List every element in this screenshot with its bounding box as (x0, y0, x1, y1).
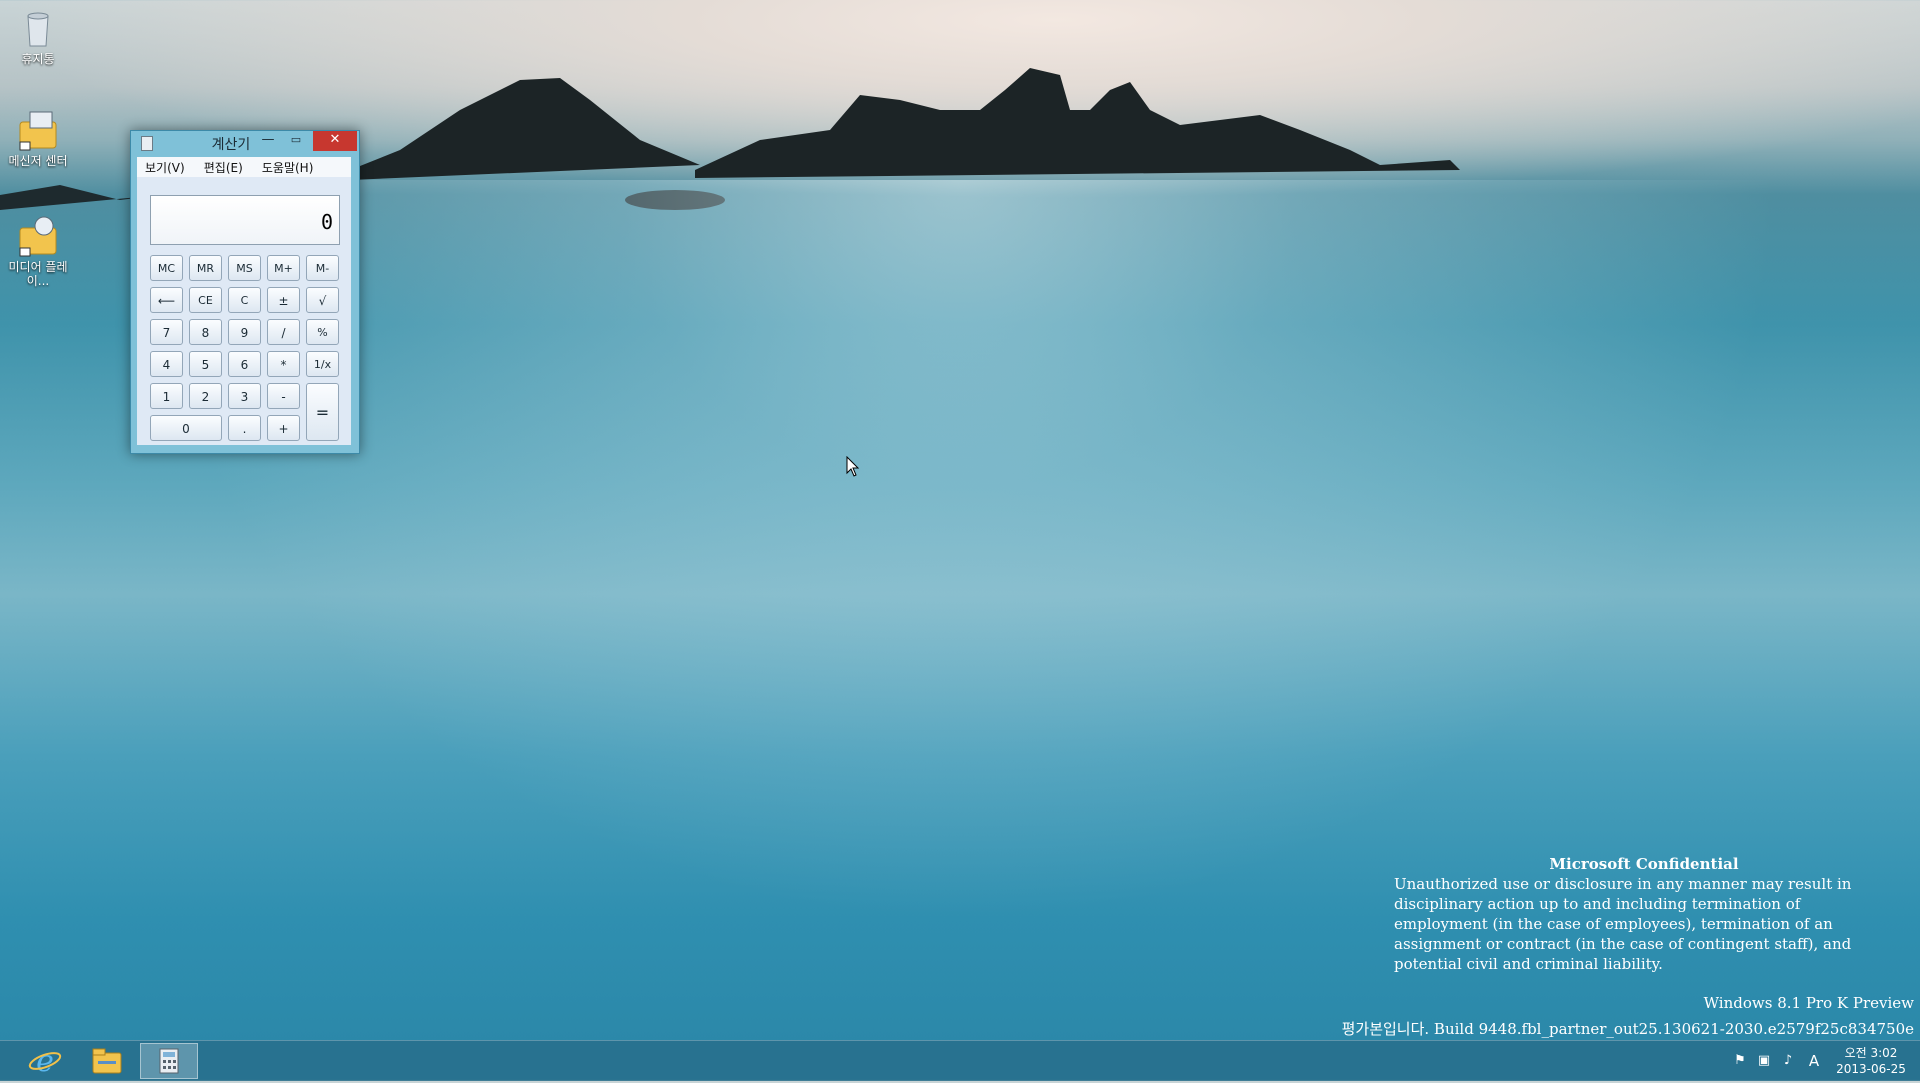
key-8[interactable]: 8 (189, 319, 222, 345)
key-multiply[interactable]: * (267, 351, 300, 377)
menu-view[interactable]: 보기(V) (145, 161, 185, 175)
key-9[interactable]: 9 (228, 319, 261, 345)
display-value: 0 (320, 210, 333, 234)
action-center-flag-icon[interactable]: ⚑ (1732, 1053, 1748, 1069)
maximize-button[interactable]: ▭ (283, 131, 309, 151)
desktop-icon-label: 휴지통 (21, 52, 55, 66)
recycle-bin-icon (16, 6, 60, 50)
desktop-icon-recycle-bin[interactable]: 휴지통 (6, 6, 70, 66)
key-sqrt[interactable]: √ (306, 287, 339, 313)
calculator-window[interactable]: 계산기 — ▭ ✕ 보기(V) 편집(E) 도움말(H) 0 MC MR MS … (130, 130, 360, 454)
file-explorer-icon (92, 1048, 122, 1074)
key-clear[interactable]: C (228, 287, 261, 313)
key-mr[interactable]: MR (189, 255, 222, 281)
network-icon[interactable]: ▣ (1756, 1053, 1772, 1069)
svg-text:e: e (36, 1044, 54, 1079)
clock-date: 2013-06-25 (1836, 1062, 1906, 1076)
desktop-icon-messenger-center[interactable]: 메신저 센터 (6, 108, 70, 168)
clock-time: 오전 3:02 (1844, 1046, 1898, 1060)
volume-icon[interactable]: ♪ (1780, 1053, 1796, 1069)
key-percent[interactable]: % (306, 319, 339, 345)
key-m-plus[interactable]: M+ (267, 255, 300, 281)
key-6[interactable]: 6 (228, 351, 261, 377)
desktop-icon-label: 미디어 플레이... (8, 260, 68, 288)
taskbar-file-explorer[interactable] (78, 1043, 136, 1079)
key-equals[interactable]: = (306, 383, 339, 441)
key-decimal[interactable]: . (228, 415, 261, 441)
taskbar-clock[interactable]: 오전 3:02 2013-06-25 (1830, 1045, 1912, 1077)
confidential-title: Microsoft Confidential (1549, 855, 1739, 873)
media-player-folder-icon (16, 214, 60, 258)
confidential-body: Unauthorized use or disclosure in any ma… (1394, 875, 1852, 973)
key-1[interactable]: 1 (150, 383, 183, 409)
key-2[interactable]: 2 (189, 383, 222, 409)
minimize-button[interactable]: — (255, 131, 281, 151)
key-3[interactable]: 3 (228, 383, 261, 409)
key-0[interactable]: 0 (150, 415, 222, 441)
calculator-titlebar[interactable]: 계산기 — ▭ ✕ (131, 131, 359, 153)
key-5[interactable]: 5 (189, 351, 222, 377)
close-button[interactable]: ✕ (313, 131, 357, 151)
taskbar-calculator[interactable] (140, 1043, 198, 1079)
key-mc[interactable]: MC (150, 255, 183, 281)
confidential-notice: Microsoft Confidential Unauthorized use … (1394, 854, 1894, 974)
key-ms[interactable]: MS (228, 255, 261, 281)
mouse-cursor-icon (846, 456, 860, 477)
system-tray: ⚑ ▣ ♪ A 오전 3:02 2013-06-25 (1692, 1041, 1912, 1081)
key-divide[interactable]: / (267, 319, 300, 345)
ime-indicator[interactable]: A (1806, 1053, 1822, 1069)
taskbar: e ⚑ ▣ ♪ A 오전 3:02 2013-06-25 (0, 1040, 1920, 1081)
key-reciprocal[interactable]: 1/x (306, 351, 339, 377)
internet-explorer-icon: e (28, 1044, 62, 1079)
calculator-body: 보기(V) 편집(E) 도움말(H) 0 MC MR MS M+ M- ⟵ CE… (137, 157, 351, 445)
calculator-keypad: MC MR MS M+ M- ⟵ CE C ± √ 7 8 9 / % 4 5 … (150, 255, 346, 441)
calculator-icon (159, 1048, 179, 1074)
key-4[interactable]: 4 (150, 351, 183, 377)
key-subtract[interactable]: - (267, 383, 300, 409)
taskbar-internet-explorer[interactable]: e (16, 1043, 74, 1079)
key-backspace[interactable]: ⟵ (150, 287, 183, 313)
menu-help[interactable]: 도움말(H) (262, 161, 314, 175)
desktop-icon-label: 메신저 센터 (8, 154, 68, 168)
desktop-icon-media-player[interactable]: 미디어 플레이... (6, 214, 70, 288)
edition-label: Windows 8.1 Pro K Preview (1703, 994, 1914, 1012)
menu-edit[interactable]: 편집(E) (204, 161, 243, 175)
key-plus-minus[interactable]: ± (267, 287, 300, 313)
messenger-folder-icon (16, 108, 60, 152)
key-m-minus[interactable]: M- (306, 255, 339, 281)
calculator-menubar: 보기(V) 편집(E) 도움말(H) (137, 157, 351, 177)
key-add[interactable]: + (267, 415, 300, 441)
calculator-display: 0 (150, 195, 340, 245)
build-label: 평가본입니다. Build 9448.fbl_partner_out25.130… (1341, 1020, 1914, 1038)
key-7[interactable]: 7 (150, 319, 183, 345)
key-ce[interactable]: CE (189, 287, 222, 313)
